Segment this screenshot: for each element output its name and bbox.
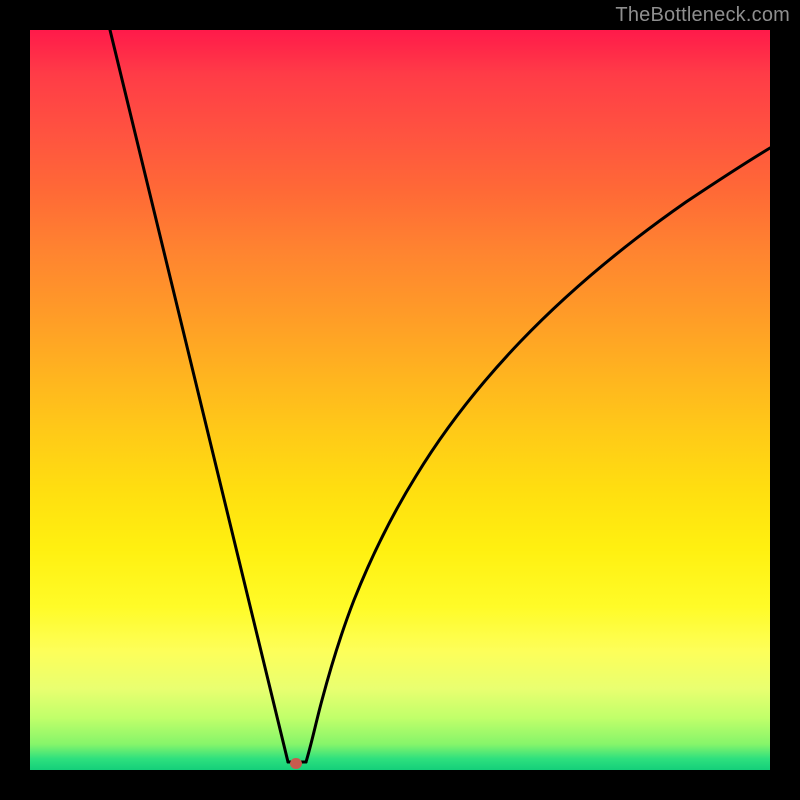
watermark-text: TheBottleneck.com <box>615 4 790 27</box>
plot-area <box>30 30 770 770</box>
chart-frame: TheBottleneck.com <box>0 0 800 800</box>
curve-right-segment <box>306 148 770 762</box>
bottleneck-curve <box>30 30 770 770</box>
minimum-marker <box>290 758 302 769</box>
curve-left-segment <box>110 30 288 762</box>
